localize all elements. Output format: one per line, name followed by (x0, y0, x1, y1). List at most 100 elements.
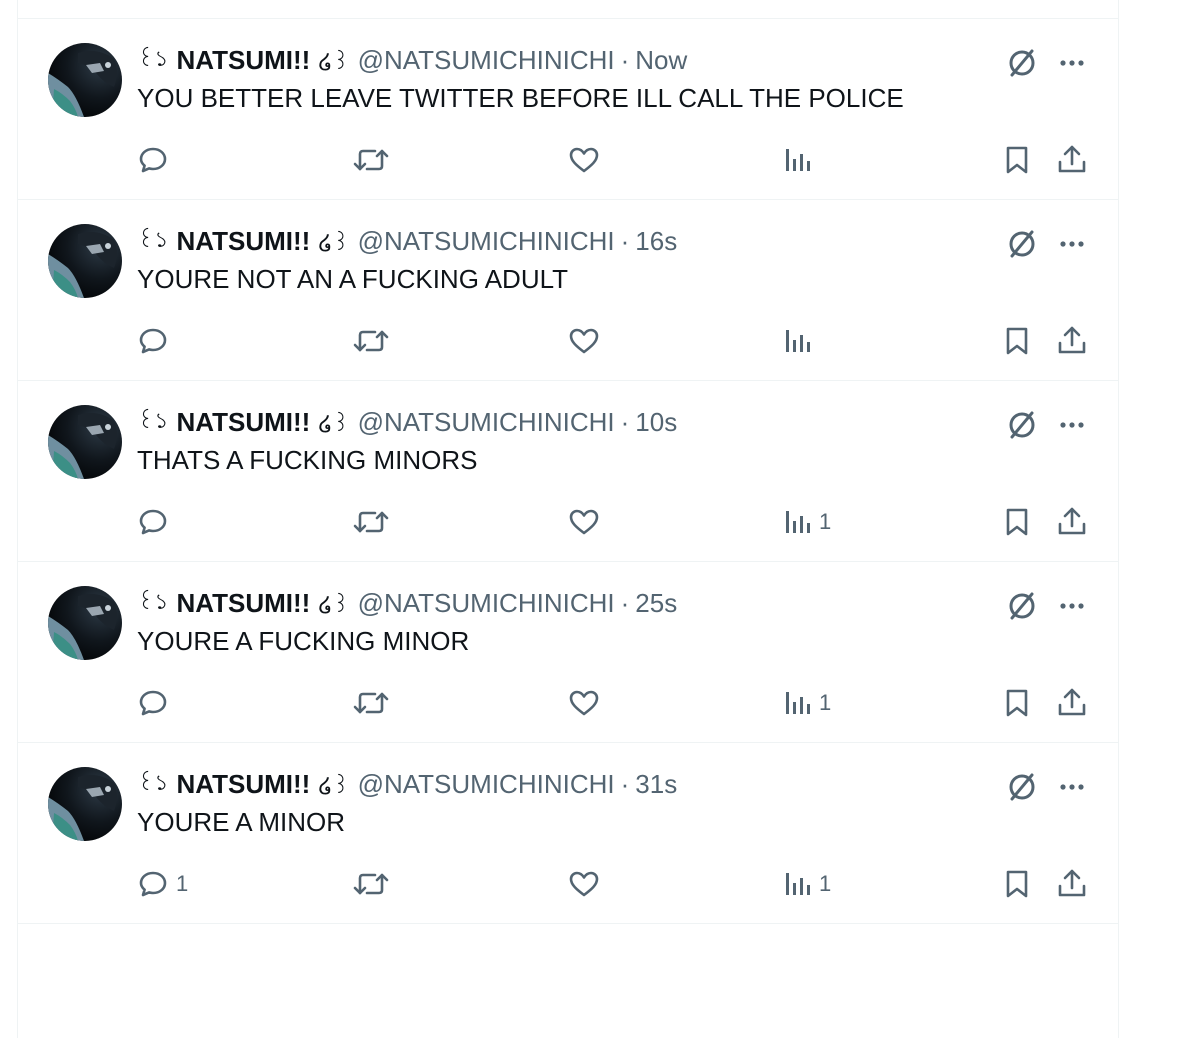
share-button[interactable] (1055, 505, 1089, 539)
tweet-header: ꒰১ NATSUMI!! ໒꒱ @NATSUMICHINICHI · 25s (137, 586, 677, 620)
tweet-header: ꒰১ NATSUMI!! ໒꒱ @NATSUMICHINICHI · Now (137, 43, 687, 77)
bookmark-button[interactable] (1000, 324, 1034, 358)
views-button[interactable] (783, 324, 819, 358)
reply-button[interactable]: 1 (136, 867, 188, 901)
tweet[interactable]: ꒰১ NATSUMI!! ໒꒱ @NATSUMICHINICHI · 31s Y… (18, 743, 1118, 924)
more-icon[interactable] (1054, 588, 1090, 624)
name-suffix-glyph: ໒꒱ (318, 410, 350, 436)
tweet-text: YOURE A FUCKING MINOR (137, 626, 470, 656)
retweet-button[interactable] (351, 143, 391, 177)
tweet-text: YOU BETTER LEAVE TWITTER BEFORE ILL CALL… (137, 83, 904, 113)
more-icon[interactable] (1054, 769, 1090, 805)
timestamp[interactable]: 16s (635, 226, 677, 257)
user-handle[interactable]: @NATSUMICHINICHI (358, 45, 615, 76)
timestamp[interactable]: 25s (635, 588, 677, 619)
share-icon (1058, 688, 1086, 716)
user-handle[interactable]: @NATSUMICHINICHI (358, 226, 615, 257)
views-icon (786, 692, 810, 714)
timestamp[interactable]: 10s (635, 407, 677, 438)
display-name[interactable]: NATSUMI!! (176, 45, 310, 76)
display-name[interactable]: NATSUMI!! (176, 407, 310, 438)
like-button[interactable] (566, 143, 602, 177)
share-icon (1058, 326, 1086, 354)
timestamp[interactable]: Now (635, 45, 687, 76)
reply-button[interactable] (136, 324, 176, 358)
like-icon (569, 509, 599, 535)
more-icon[interactable] (1054, 407, 1090, 443)
tweet[interactable]: ꒰১ NATSUMI!! ໒꒱ @NATSUMICHINICHI · Now Y… (18, 19, 1118, 200)
reply-icon (139, 690, 167, 716)
name-suffix-glyph: ໒꒱ (318, 229, 350, 255)
more-icon[interactable] (1054, 226, 1090, 262)
like-button[interactable] (566, 686, 602, 720)
reply-icon (139, 509, 167, 535)
reply-button[interactable] (136, 143, 176, 177)
views-button[interactable]: 1 (783, 505, 831, 539)
separator-dot: · (620, 768, 630, 799)
avatar[interactable] (48, 586, 122, 660)
retweet-button[interactable] (351, 686, 391, 720)
retweet-icon (353, 873, 389, 895)
reply-button[interactable] (136, 505, 176, 539)
display-name[interactable]: NATSUMI!! (176, 588, 310, 619)
more-icon[interactable] (1054, 45, 1090, 81)
reply-icon (139, 871, 167, 897)
bookmark-icon (1006, 508, 1028, 536)
like-icon (569, 147, 599, 173)
like-button[interactable] (566, 324, 602, 358)
tweet-header: ꒰১ NATSUMI!! ໒꒱ @NATSUMICHINICHI · 31s (137, 767, 677, 801)
grok-icon[interactable] (1004, 45, 1040, 81)
grok-icon[interactable] (1004, 226, 1040, 262)
bookmark-button[interactable] (1000, 505, 1034, 539)
like-button[interactable] (566, 867, 602, 901)
reply-count: 1 (176, 871, 189, 896)
reply-icon (139, 328, 167, 354)
share-button[interactable] (1055, 143, 1089, 177)
name-prefix-glyph: ꒰১ (137, 769, 169, 795)
bookmark-icon (1006, 870, 1028, 898)
avatar[interactable] (48, 405, 122, 479)
tweet[interactable]: ꒰১ NATSUMI!! ໒꒱ @NATSUMICHINICHI · 25s Y… (18, 562, 1118, 743)
reply-button[interactable] (136, 686, 176, 720)
share-button[interactable] (1055, 867, 1089, 901)
separator-dot: · (620, 587, 630, 618)
grok-icon[interactable] (1004, 769, 1040, 805)
avatar[interactable] (48, 43, 122, 117)
tweet[interactable]: ꒰১ NATSUMI!! ໒꒱ @NATSUMICHINICHI · 16s Y… (18, 200, 1118, 381)
bookmark-button[interactable] (1000, 686, 1034, 720)
grok-icon[interactable] (1004, 588, 1040, 624)
bookmark-icon (1006, 327, 1028, 355)
retweet-button[interactable] (351, 505, 391, 539)
avatar[interactable] (48, 767, 122, 841)
share-button[interactable] (1055, 686, 1089, 720)
like-button[interactable] (566, 505, 602, 539)
user-handle[interactable]: @NATSUMICHINICHI (358, 407, 615, 438)
bookmark-icon (1006, 689, 1028, 717)
tweet[interactable]: ꒰১ NATSUMI!! ໒꒱ @NATSUMICHINICHI · 10s T… (18, 381, 1118, 562)
share-button[interactable] (1055, 324, 1089, 358)
user-handle[interactable]: @NATSUMICHINICHI (358, 588, 615, 619)
timeline-top-divider (18, 0, 1118, 19)
bookmark-icon (1006, 146, 1028, 174)
bookmark-button[interactable] (1000, 143, 1034, 177)
retweet-button[interactable] (351, 867, 391, 901)
user-handle[interactable]: @NATSUMICHINICHI (358, 769, 615, 800)
views-count: 1 (819, 871, 832, 896)
views-button[interactable] (783, 143, 819, 177)
timeline: ꒰১ NATSUMI!! ໒꒱ @NATSUMICHINICHI · Now Y… (17, 0, 1119, 1038)
tweet-header: ꒰১ NATSUMI!! ໒꒱ @NATSUMICHINICHI · 10s (137, 405, 677, 439)
timestamp[interactable]: 31s (635, 769, 677, 800)
retweet-icon (353, 330, 389, 352)
grok-icon[interactable] (1004, 407, 1040, 443)
views-button[interactable]: 1 (783, 867, 831, 901)
avatar[interactable] (48, 224, 122, 298)
retweet-icon (353, 149, 389, 171)
name-suffix-glyph: ໒꒱ (318, 772, 350, 798)
views-icon (786, 873, 810, 895)
display-name[interactable]: NATSUMI!! (176, 769, 310, 800)
retweet-button[interactable] (351, 324, 391, 358)
tweet-text: YOURE A MINOR (137, 807, 346, 837)
bookmark-button[interactable] (1000, 867, 1034, 901)
display-name[interactable]: NATSUMI!! (176, 226, 310, 257)
views-button[interactable]: 1 (783, 686, 831, 720)
